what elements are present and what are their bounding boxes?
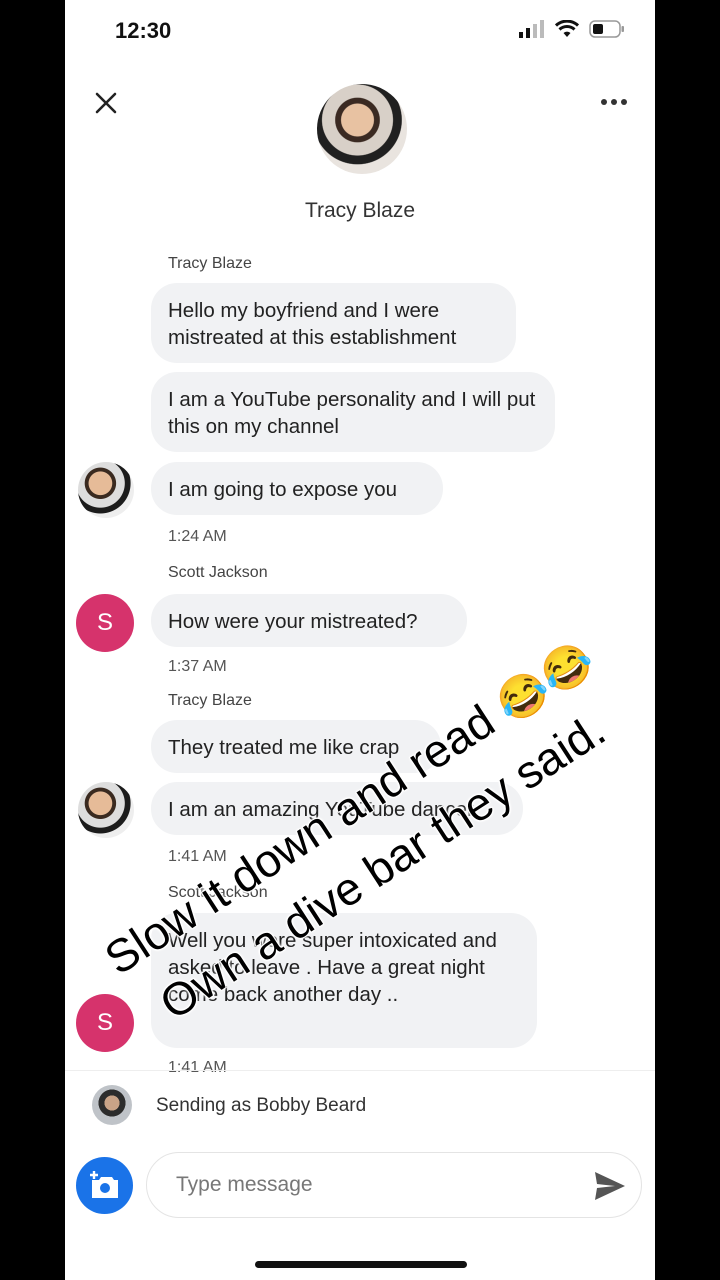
avatar: S <box>76 594 134 652</box>
avatar <box>78 462 134 518</box>
home-indicator <box>255 1261 467 1268</box>
phone-screen: 12:30 Tracy Blaze Tracy Blaze Hello my b… <box>65 0 655 1280</box>
more-icon[interactable] <box>599 92 629 112</box>
close-icon[interactable] <box>91 88 121 118</box>
sending-as-label: Sending as Bobby Beard <box>156 1095 367 1116</box>
sender-label: Tracy Blaze <box>168 255 252 272</box>
contact-name: Tracy Blaze <box>304 199 416 222</box>
sender-label: Scott Jackson <box>168 884 268 901</box>
wifi-icon <box>555 20 579 37</box>
message-bubble[interactable]: I am an amazing YouTube dancer <box>151 782 523 835</box>
contact-avatar[interactable] <box>317 84 407 174</box>
message-time: 1:41 AM <box>168 848 227 865</box>
add-photo-button[interactable] <box>76 1157 133 1214</box>
add-photo-icon <box>89 1170 118 1198</box>
sender-label: Scott Jackson <box>168 564 268 581</box>
message-input[interactable] <box>146 1152 642 1218</box>
message-time: 1:24 AM <box>168 528 227 545</box>
message-time: 1:37 AM <box>168 658 227 675</box>
message-bubble[interactable]: How were your mistreated? <box>151 594 467 647</box>
message-bubble[interactable]: They treated me like crap <box>151 720 441 773</box>
status-time: 12:30 <box>115 18 172 43</box>
message-bubble[interactable]: Hello my boyfriend and I were mistreated… <box>151 283 516 363</box>
sender-avatar <box>92 1085 132 1125</box>
avatar <box>78 782 134 838</box>
send-icon[interactable] <box>593 1170 627 1202</box>
message-bubble[interactable]: I am going to expose you <box>151 462 443 515</box>
message-bubble[interactable]: I am a YouTube personality and I will pu… <box>151 372 555 452</box>
message-time: 1:41 AM <box>168 1059 227 1076</box>
message-bubble[interactable]: Well you were super intoxicated and aske… <box>151 913 537 1048</box>
battery-icon <box>589 20 624 38</box>
sender-label: Tracy Blaze <box>168 692 252 709</box>
composer-divider <box>65 1070 655 1071</box>
avatar: S <box>76 994 134 1052</box>
signal-icon <box>519 20 544 38</box>
status-icons <box>519 20 625 38</box>
